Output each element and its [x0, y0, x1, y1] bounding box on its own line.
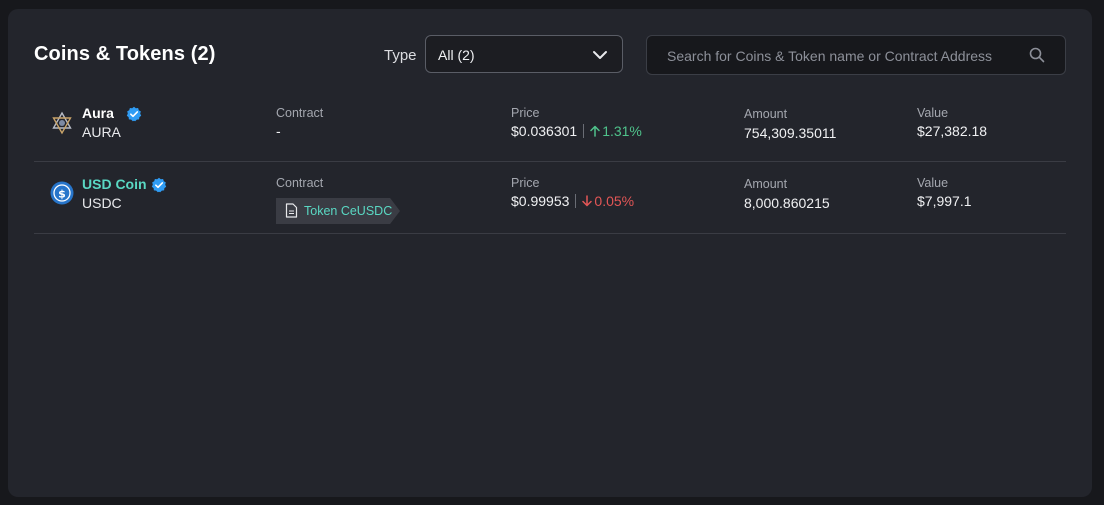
price-change: 1.31%: [590, 123, 642, 139]
price-label: Price: [511, 106, 540, 120]
value-amount: $27,382.18: [917, 123, 988, 139]
contract-label: Contract: [276, 106, 324, 120]
coin-symbol: AURA: [82, 124, 121, 140]
aura-logo-icon: [50, 111, 74, 135]
price-value: $0.036301: [511, 123, 578, 139]
verified-badge-icon: [126, 106, 142, 127]
usdc-logo-icon: $: [50, 181, 74, 205]
value-amount: $7,997.1: [917, 193, 972, 209]
search-icon[interactable]: [1029, 47, 1045, 68]
amount-value: 8,000.860215: [744, 195, 830, 211]
coins-tokens-panel: Coins & Tokens (2) Type All (2) Search f…: [8, 9, 1092, 497]
type-filter-label: Type: [384, 47, 417, 64]
amount-value: 754,309.35011: [744, 125, 837, 141]
price-value-group: $0.036301 1.31%: [511, 123, 642, 139]
price-change-value: 0.05%: [594, 193, 635, 209]
contract-value: -: [276, 123, 281, 139]
amount-label: Amount: [744, 107, 788, 121]
price-value-group: $0.99953 0.05%: [511, 193, 634, 209]
price-change: 0.05%: [582, 193, 634, 209]
table-row: Aura AURA Contract - Price $0.036301 1.31…: [34, 91, 1066, 162]
coin-symbol: USDC: [82, 195, 122, 211]
search-input[interactable]: Search for Coins & Token name or Contrac…: [646, 35, 1066, 75]
price-value: $0.99953: [511, 193, 570, 209]
contract-tag-label: Token CeUSDC: [304, 204, 393, 218]
chevron-down-icon: [592, 47, 608, 68]
verified-badge-icon: [151, 177, 167, 198]
amount-label: Amount: [744, 177, 788, 191]
arrow-up-icon: [590, 125, 600, 137]
coin-name[interactable]: USD Coin: [82, 176, 147, 192]
coin-name[interactable]: Aura: [82, 105, 114, 121]
type-filter-value: All (2): [438, 47, 475, 63]
contract-label: Contract: [276, 176, 324, 190]
svg-text:$: $: [58, 187, 66, 200]
price-change-value: 1.31%: [602, 123, 642, 139]
search-placeholder: Search for Coins & Token name or Contrac…: [667, 48, 993, 64]
value-label: Value: [917, 106, 949, 120]
contract-tag[interactable]: Token CeUSDC: [276, 198, 400, 224]
type-filter-select[interactable]: All (2): [425, 35, 623, 73]
price-label: Price: [511, 176, 540, 190]
arrow-down-icon: [582, 195, 593, 207]
divider: [583, 124, 585, 138]
value-label: Value: [917, 176, 949, 190]
divider: [575, 194, 577, 208]
document-icon: [285, 203, 298, 223]
page-title: Coins & Tokens (2): [34, 43, 216, 65]
table-row: $ USD Coin USDC Contract Token CeUSDC Pr…: [34, 161, 1066, 234]
